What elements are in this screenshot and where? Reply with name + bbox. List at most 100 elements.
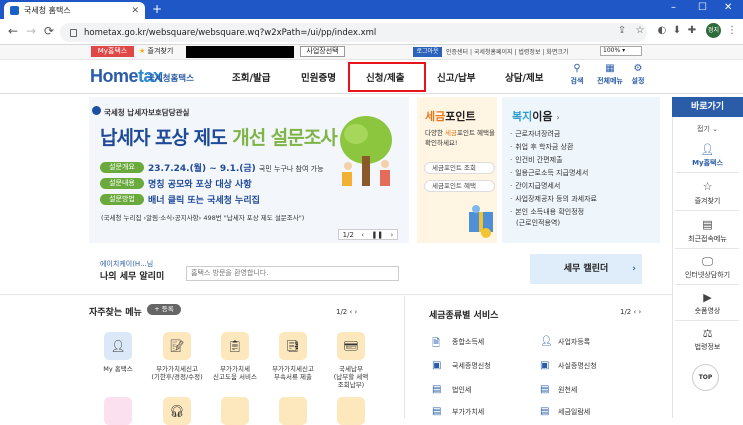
headset-icon[interactable]: 🎧︎ [163, 397, 191, 425]
utility-links[interactable]: 인증센터 | 국세청홈페이지 | 법령정보 | 화면크기 [446, 47, 568, 56]
tax-service-item[interactable]: 법인세 [452, 385, 471, 395]
close-window-icon[interactable]: ✕ [724, 2, 732, 13]
gnb-certificate[interactable]: 민원증명 [301, 70, 336, 84]
all-menu-label[interactable]: 전체메뉴 [594, 76, 626, 86]
quick-recent[interactable]: 최근접속메뉴 [672, 234, 743, 244]
welfare-item[interactable]: 본인 소득내용 확인정정 [510, 207, 584, 217]
recent-menu-icon[interactable]: ▤ [672, 218, 743, 231]
user-icon[interactable]: 👤︎ [672, 143, 743, 156]
menu-kebab-icon[interactable]: ⋮ [726, 25, 738, 37]
welfare-item[interactable]: 근로자녀장려금 [510, 129, 560, 139]
zoom-select[interactable]: 100% ▾ [600, 46, 642, 56]
star-outline-icon[interactable]: ☆ [672, 180, 743, 193]
search-label[interactable]: 검색 [568, 76, 586, 86]
tax-calendar-button[interactable]: 세무 캘린더 › [530, 254, 642, 284]
vat-report-icon[interactable]: 📝︎ [163, 332, 191, 360]
tax-service-pager[interactable]: 1/2 ‹ › [620, 308, 641, 316]
profile-avatar[interactable]: 정지 [706, 23, 721, 38]
welfare-item[interactable]: 일용근로소득 지급명세서 [510, 168, 588, 178]
forward-icon[interactable]: → [26, 24, 36, 38]
quick-law[interactable]: 법령정보 [672, 342, 743, 352]
maximize-icon[interactable]: ☐ [698, 2, 707, 13]
fav-menu-label[interactable]: 부가가치세신고 (기한후/경정/수정) [147, 365, 207, 381]
prev-icon[interactable]: ‹ [361, 231, 364, 239]
reload-icon[interactable]: ⟳ [44, 24, 54, 38]
income-tax-icon[interactable]: 🗎 [432, 336, 440, 353]
new-tab-icon[interactable]: + [152, 2, 162, 16]
quick-shortform[interactable]: 숏폼영상 [672, 306, 743, 316]
quick-mytax[interactable]: My홈택스 [672, 158, 743, 168]
welfare-item[interactable]: 사업장제공자 등의 과세자료 [510, 194, 597, 204]
logout-button[interactable]: 로그아웃 [413, 47, 442, 57]
tax-point-inquiry-button[interactable]: 세금포인트 조회 [424, 162, 495, 174]
search-icon[interactable]: ⚲ [571, 63, 583, 74]
fav-pager[interactable]: 1/2 ‹ › [336, 308, 357, 316]
vat-icon[interactable]: ▤ [432, 406, 441, 417]
banner-title: 납세자 포상 제도 개선 설문조사 [100, 123, 338, 150]
vat-help-icon[interactable]: 📋︎ [221, 332, 249, 360]
tax-service-item[interactable]: 원천세 [558, 385, 577, 395]
tax-service-item[interactable]: 국세증명신청 [452, 361, 491, 371]
play-icon[interactable]: ▶︎ [672, 291, 743, 304]
withholding-icon[interactable]: ▤ [540, 384, 549, 395]
business-reg-icon[interactable]: 👤︎ [540, 336, 553, 347]
fav-menu-label[interactable]: 부가가치세신고 부속서류 제출 [263, 365, 323, 381]
fav-menu-label[interactable]: 국세납부 (납부할 세액 조회납부) [321, 365, 381, 389]
quick-fold-button[interactable]: 접기 ⌄ [672, 124, 743, 134]
gnb-report-pay[interactable]: 신고/납부 [437, 70, 475, 84]
next-icon[interactable]: › [391, 231, 394, 239]
tax-service-item[interactable]: 사실증명신청 [558, 361, 597, 371]
tax-service-item[interactable]: 사업자등록 [558, 337, 590, 347]
back-icon[interactable]: ← [8, 24, 18, 38]
bookmark-star-icon[interactable]: ☆ [634, 25, 646, 37]
tax-service-item[interactable]: 부가가치세 [452, 407, 484, 417]
menu-icon-row2[interactable] [221, 397, 249, 425]
pause-icon[interactable]: ❚❚ [371, 231, 383, 239]
welfare-item[interactable]: 인건비 간편제출 [510, 155, 562, 165]
welfare-item[interactable]: 취업 후 학자금 상환 [510, 142, 573, 152]
gavel-icon[interactable]: ⚖ [672, 327, 743, 340]
mytax-button[interactable]: My홈택스 [91, 46, 134, 57]
menu-icon-row2[interactable] [337, 397, 365, 425]
monitor-icon[interactable]: 🖵︎ [672, 255, 743, 269]
corp-tax-icon[interactable]: ▤ [432, 384, 441, 395]
settings-label[interactable]: 설정 [630, 76, 646, 86]
fact-cert-icon[interactable]: ▣ [540, 360, 549, 371]
business-select-button[interactable]: 사업장선택 [300, 46, 345, 57]
extension-icon[interactable]: ◐ [656, 25, 668, 37]
welfare-item-cont[interactable]: (근로인적용역) [516, 218, 560, 228]
welfare-item[interactable]: 간이지급명세서 [510, 181, 560, 191]
puzzle-icon[interactable]: ✚ [686, 25, 698, 37]
menu-icon-row2[interactable] [104, 397, 132, 425]
tax-service-item[interactable]: 세금일람세 [558, 407, 590, 417]
quick-consult[interactable]: 인터넷상담하기 [672, 270, 743, 280]
minimize-icon[interactable]: – [671, 2, 676, 13]
menu-icon-row2[interactable] [279, 397, 307, 425]
download-icon[interactable]: ⬇ [671, 25, 683, 37]
tax-point-benefit-button[interactable]: 세금포인트 혜택 [424, 180, 495, 192]
favorites-link[interactable]: ★ 즐겨찾기 [139, 46, 173, 56]
tax-cert-icon[interactable]: ▣ [432, 360, 441, 371]
fav-register-button[interactable]: + 등록 [147, 304, 181, 315]
quick-menu-title: 바로가기 [672, 97, 743, 117]
tax-service-item[interactable]: 종합소득세 [452, 337, 484, 347]
settings-icon[interactable]: ⚙ [631, 63, 645, 74]
tab-close-icon[interactable]: ✕ [131, 6, 139, 16]
fav-menu-label[interactable]: My 홈택스 [88, 365, 148, 373]
gnb-consult[interactable]: 상담/제보 [505, 70, 543, 84]
banner-pager[interactable]: 1/2 ‹ ❚❚ › [338, 229, 398, 240]
quick-favorites[interactable]: 즐겨찾기 [672, 196, 743, 206]
fav-menu-label[interactable]: 부가가치세 신고도움 서비스 [205, 365, 265, 381]
banner-footer: (국세청 누리집 ›알림·소식›공지사항› 498번 "납세자 포상 제도 설문… [101, 214, 305, 222]
gnb-inquiry[interactable]: 조회/발급 [232, 70, 270, 84]
browser-tab[interactable]: 국세청 홈택스 ✕ [4, 2, 145, 19]
share-icon[interactable]: ⇪ [616, 25, 628, 37]
all-menu-icon[interactable]: ▦ [598, 63, 622, 74]
tax-list-icon[interactable]: ▤ [540, 406, 549, 417]
welfare-title[interactable]: 복지이음 › [512, 108, 560, 124]
address-bar[interactable]: hometax.go.kr/websquare/websquare.wq?w2x… [60, 23, 647, 42]
vat-attach-icon[interactable]: 📑︎ [279, 332, 307, 360]
tax-payment-icon[interactable]: 💳︎ [337, 332, 365, 360]
mytax-menu-icon[interactable]: 👤︎ [104, 332, 132, 360]
top-button[interactable]: TOP [692, 364, 719, 391]
